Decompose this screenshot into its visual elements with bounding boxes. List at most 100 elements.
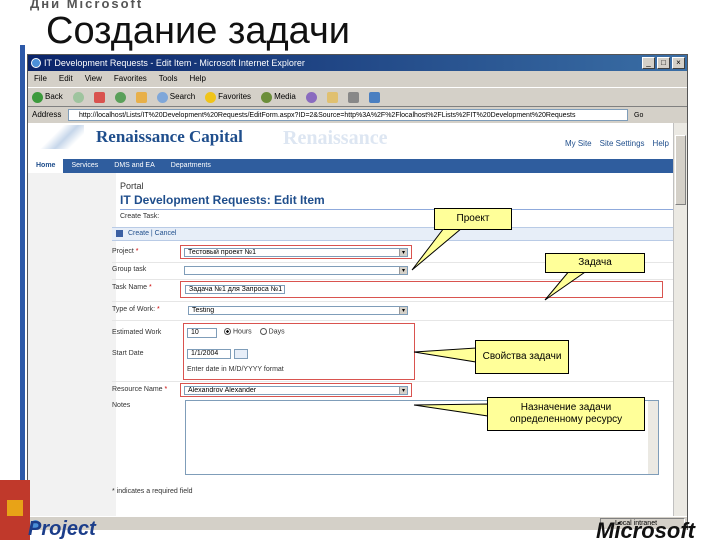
go-button[interactable]: Go <box>634 109 643 123</box>
address-bar: Address http://localhost/Lists/IT%20Deve… <box>28 108 687 122</box>
notes-label: Notes <box>112 402 131 409</box>
date-format-hint: Enter date in M/D/YYYY format <box>187 366 284 373</box>
search-icon <box>156 91 168 103</box>
print-icon <box>347 91 359 103</box>
nav-dms[interactable]: DMS and EA <box>106 159 162 173</box>
assignment-callout: Назначение задачи определенному ресурсу <box>487 397 645 431</box>
history-icon <box>305 91 317 103</box>
stop-button[interactable] <box>93 88 105 106</box>
site-header: Renaissance Renaissance Capital My Site … <box>28 123 673 151</box>
nav-services[interactable]: Services <box>63 159 106 173</box>
portal-label: Portal <box>120 181 144 191</box>
minimize-button[interactable]: _ <box>642 57 655 69</box>
status-bar: Local intranet <box>28 516 687 530</box>
refresh-icon <box>114 91 126 103</box>
page-content: Renaissance Renaissance Capital My Site … <box>28 123 673 516</box>
project-logo-icon <box>5 498 25 518</box>
row-divider <box>112 320 673 321</box>
maximize-button[interactable]: □ <box>657 57 670 69</box>
slide-title: Создание задачи <box>46 10 350 52</box>
project-logo <box>0 480 30 540</box>
type-of-work-select[interactable]: Testing ▾ <box>188 306 408 315</box>
menu-bar: File Edit View Favorites Tools Help <box>28 72 687 86</box>
favorites-button[interactable]: Favorites <box>205 88 251 106</box>
days-label: Days <box>268 328 285 336</box>
menu-file[interactable]: File <box>34 72 47 86</box>
microsoft-logo: Microsoft <box>596 518 695 543</box>
menu-help[interactable]: Help <box>189 72 205 86</box>
task-name-label: Task Name * <box>112 284 152 291</box>
estimated-work-label: Estimated Work <box>112 329 162 336</box>
back-button[interactable]: Back <box>32 88 63 106</box>
refresh-button[interactable] <box>114 88 126 106</box>
form-toolbar: Create | Cancel <box>112 227 673 241</box>
title-bar: IT Development Requests - Edit Item - Mi… <box>28 55 687 71</box>
back-arrow-icon <box>32 91 43 103</box>
resource-name-label: Resource Name * <box>112 386 168 393</box>
row-divider <box>112 381 673 382</box>
home-icon <box>135 91 147 103</box>
edit-icon <box>368 91 380 103</box>
window-title: IT Development Requests - Edit Item - Mi… <box>44 58 305 68</box>
mail-button[interactable] <box>326 88 338 106</box>
menu-edit[interactable]: Edit <box>59 72 73 86</box>
hours-label: Hours <box>233 328 252 336</box>
brand-watermark: Renaissance <box>283 127 388 149</box>
start-date-label: Start Date <box>112 350 144 357</box>
top-nav: Home Services DMS and EA Departments <box>28 159 673 173</box>
forward-button[interactable] <box>72 88 84 106</box>
menu-tools[interactable]: Tools <box>159 72 178 86</box>
history-button[interactable] <box>305 88 317 106</box>
resource-name-select[interactable]: Alexandrov Alexander ▾ <box>184 386 408 395</box>
start-date-input[interactable]: 1/1/2004 <box>187 349 231 359</box>
address-label: Address <box>32 110 62 119</box>
link-site-settings[interactable]: Site Settings <box>600 139 645 148</box>
media-button[interactable]: Media <box>261 88 296 106</box>
row-divider <box>112 279 673 280</box>
task-name-input[interactable]: Задача №1 для Запроса №1 <box>185 285 285 294</box>
logo-icon <box>34 125 84 149</box>
days-radio[interactable] <box>259 328 267 335</box>
hours-radio[interactable] <box>224 328 231 335</box>
toolbar: Back Search Favorites Media <box>28 87 687 107</box>
close-button[interactable]: × <box>672 57 685 69</box>
search-button[interactable]: Search <box>156 88 196 106</box>
create-task-label: Create Task: <box>120 213 160 220</box>
project-callout: Проект <box>434 208 512 230</box>
home-button[interactable] <box>135 88 147 106</box>
print-button[interactable] <box>347 88 359 106</box>
left-nav <box>28 173 116 516</box>
menu-favorites[interactable]: Favorites <box>114 72 147 86</box>
notes-scrollbar[interactable] <box>648 401 658 474</box>
task-callout: Задача <box>545 253 645 273</box>
heading-divider <box>120 209 673 210</box>
estimated-work-input[interactable]: 10 <box>187 328 217 338</box>
nav-departments[interactable]: Departments <box>163 159 219 173</box>
mail-icon <box>326 91 338 103</box>
star-icon <box>205 91 217 103</box>
link-help[interactable]: Help <box>653 139 669 148</box>
project-select[interactable]: Тестовый проект №1 ▾ <box>184 248 408 257</box>
media-icon <box>261 91 273 103</box>
product-name: Project <box>28 518 96 540</box>
project-label: Project * <box>112 248 139 255</box>
media-label: Media <box>274 92 296 101</box>
search-label: Search <box>169 92 196 101</box>
edit-button[interactable] <box>368 88 380 106</box>
page-scrollbar[interactable] <box>673 123 687 516</box>
menu-view[interactable]: View <box>85 72 102 86</box>
create-cancel-links[interactable]: Create | Cancel <box>128 230 177 237</box>
group-task-select[interactable]: ▾ <box>184 266 408 275</box>
browser-window: IT Development Requests - Edit Item - Mi… <box>27 54 688 530</box>
properties-callout: Свойства задачи <box>475 340 569 374</box>
address-input[interactable]: http://localhost/Lists/IT%20Development%… <box>68 109 628 121</box>
group-task-label: Group task <box>112 266 147 273</box>
chevron-down-icon: ▾ <box>399 387 407 394</box>
calendar-icon[interactable] <box>234 349 248 359</box>
link-my-site[interactable]: My Site <box>565 139 592 148</box>
type-of-work-label: Type of Work: * <box>112 306 160 313</box>
slide-accent-bar <box>20 45 25 515</box>
unit-radio-group: Hours Days <box>224 328 285 335</box>
nav-home[interactable]: Home <box>28 159 64 173</box>
scroll-thumb[interactable] <box>675 135 686 205</box>
